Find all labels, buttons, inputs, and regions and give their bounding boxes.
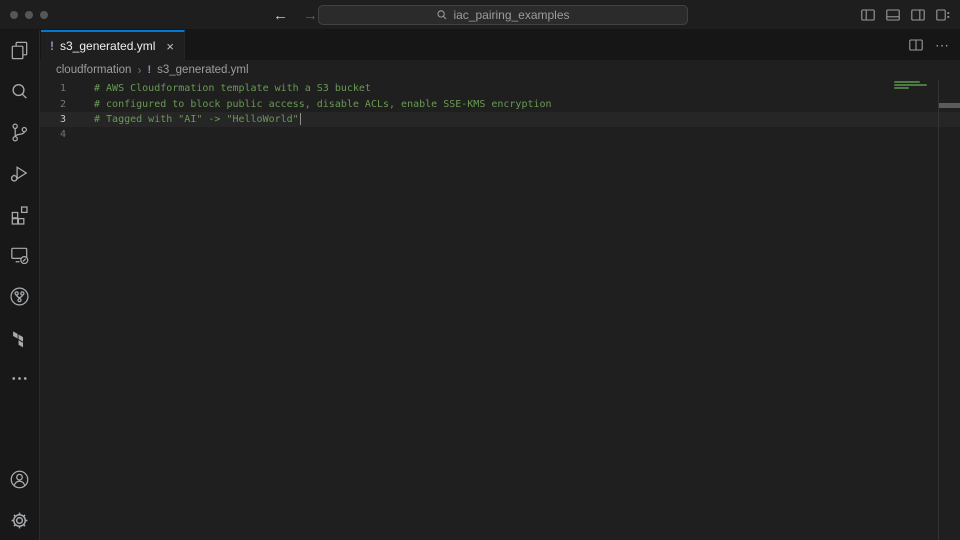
more-actions-icon[interactable]: ⋯: [935, 37, 950, 54]
split-editor-icon[interactable]: [907, 36, 925, 54]
macos-traffic-lights: [10, 0, 48, 30]
toggle-panel-button[interactable]: [884, 6, 902, 24]
minimap-line: [894, 84, 927, 86]
command-center-search[interactable]: iac_pairing_examples: [318, 5, 688, 25]
line-number: 2: [40, 99, 66, 110]
code-line-2[interactable]: 2 # configured to block public access, d…: [40, 96, 960, 111]
tab-close-icon[interactable]: ×: [165, 39, 175, 54]
search-icon: [436, 9, 448, 21]
terraform-icon[interactable]: [0, 317, 40, 358]
vscode-window: ← → iac_pairing_examples: [0, 0, 960, 540]
yaml-file-icon: !: [50, 39, 54, 53]
breadcrumb: cloudformation › ! s3_generated.yml: [40, 60, 960, 80]
nav-back-button[interactable]: ←: [270, 6, 291, 25]
toggle-primary-sidebar-button[interactable]: [859, 6, 877, 24]
close-window-button[interactable]: [10, 11, 18, 19]
minimap-line: [894, 87, 909, 89]
minimap-line: [894, 81, 920, 83]
code-line-1[interactable]: 1 # AWS Cloudformation template with a S…: [40, 81, 960, 96]
tab-bar: ! s3_generated.yml × ⋯: [40, 30, 960, 60]
minimap[interactable]: [891, 80, 938, 540]
settings-gear-icon[interactable]: [0, 500, 40, 540]
explorer-icon[interactable]: [0, 30, 40, 71]
line-number: 3: [40, 114, 66, 125]
more-views-icon[interactable]: [0, 358, 40, 399]
line-number: 4: [40, 129, 66, 140]
overview-ruler-scrollbar[interactable]: [938, 80, 960, 540]
tab-label: s3_generated.yml: [60, 39, 155, 53]
accounts-icon[interactable]: [0, 459, 40, 500]
activity-bar: [0, 30, 40, 540]
source-control-icon[interactable]: [0, 112, 40, 153]
breadcrumb-file[interactable]: s3_generated.yml: [157, 64, 248, 76]
remote-explorer-icon[interactable]: [0, 235, 40, 276]
code-text[interactable]: # configured to block public access, dis…: [94, 99, 552, 110]
titlebar: ← → iac_pairing_examples: [0, 0, 960, 30]
search-icon[interactable]: [0, 71, 40, 112]
command-center-label: iac_pairing_examples: [453, 8, 569, 22]
code-text[interactable]: # Tagged with "AI" -> "HelloWorld": [94, 114, 299, 125]
run-and-debug-icon[interactable]: [0, 153, 40, 194]
overview-ruler-cursor-marker: [939, 103, 960, 108]
code-editor[interactable]: 1 # AWS Cloudformation template with a S…: [40, 80, 960, 540]
breadcrumb-folder[interactable]: cloudformation: [56, 64, 131, 76]
breadcrumb-separator: ›: [137, 63, 141, 77]
yaml-file-icon: !: [147, 64, 151, 76]
code-line-3-active[interactable]: 3 # Tagged with "AI" -> "HelloWorld": [40, 112, 960, 127]
toggle-secondary-sidebar-button[interactable]: [909, 6, 927, 24]
git-graph-icon[interactable]: [0, 276, 40, 317]
extensions-icon[interactable]: [0, 194, 40, 235]
code-text[interactable]: # AWS Cloudformation template with a S3 …: [94, 83, 371, 94]
editor-group: ! s3_generated.yml × ⋯ cloudformation › …: [40, 30, 960, 540]
code-line-4[interactable]: 4: [40, 127, 960, 142]
minimize-window-button[interactable]: [25, 11, 33, 19]
zoom-window-button[interactable]: [40, 11, 48, 19]
text-cursor: [300, 113, 301, 125]
line-number: 1: [40, 83, 66, 94]
tab-s3-generated-yml[interactable]: ! s3_generated.yml ×: [41, 30, 185, 60]
customize-layout-button[interactable]: [934, 6, 952, 24]
